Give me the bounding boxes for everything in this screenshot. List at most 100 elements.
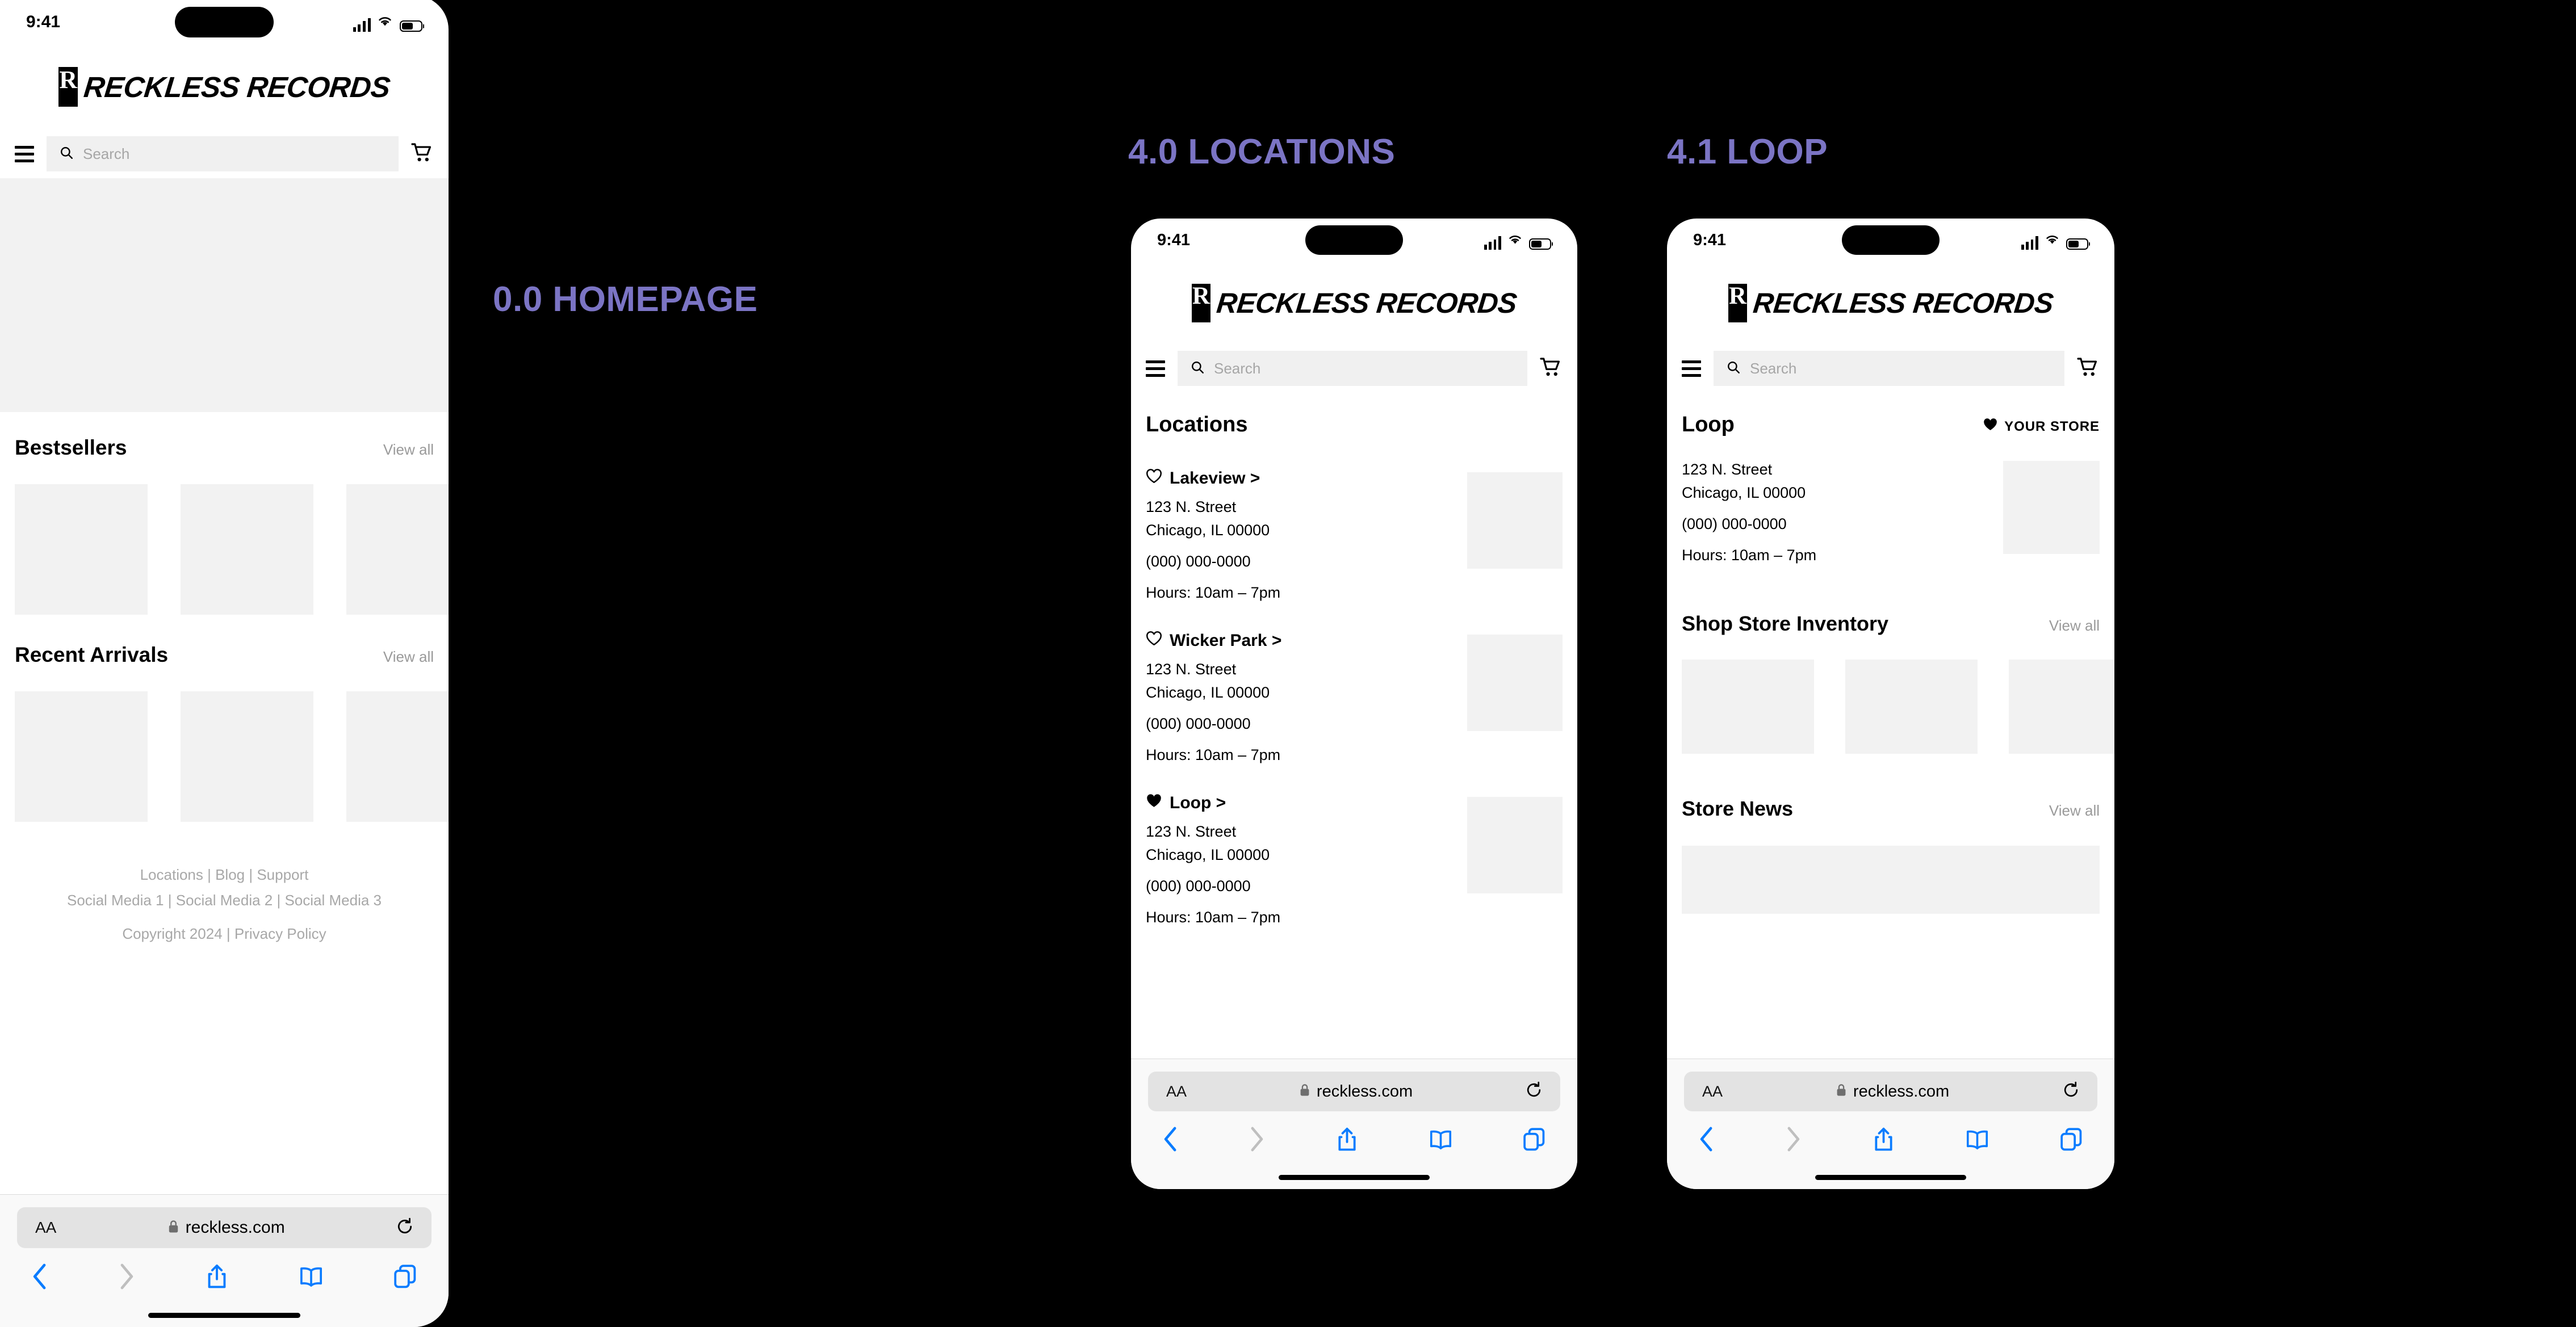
store-name[interactable]: Wicker Park >	[1146, 631, 1281, 650]
section-header: Recent Arrivals View all	[15, 643, 434, 667]
news-tile-row	[1682, 846, 2100, 914]
your-store-badge[interactable]: YOUR STORE	[1983, 418, 2100, 435]
store-phone[interactable]: (000) 000-0000	[1146, 553, 1280, 570]
shopping-cart-icon[interactable]	[1540, 357, 1563, 380]
signal-bars-icon	[353, 18, 371, 32]
view-all-link[interactable]: View all	[383, 648, 434, 666]
url-bar[interactable]: AA reckless.com	[1684, 1072, 2097, 1111]
store-phone[interactable]: (000) 000-0000	[1682, 515, 1816, 533]
heart-filled-icon[interactable]	[1983, 418, 1998, 435]
store-list-item[interactable]: Loop > 123 N. Street Chicago, IL 00000 (…	[1146, 793, 1563, 926]
shopping-cart-icon[interactable]	[411, 142, 434, 166]
tabs-icon[interactable]	[394, 1265, 417, 1288]
section-label-homepage: 0.0 HOMEPAGE	[493, 280, 758, 319]
chevron-left-icon[interactable]	[1699, 1126, 1714, 1152]
chevron-right-icon[interactable]	[1786, 1126, 1801, 1152]
search-input[interactable]: Search	[1178, 351, 1527, 386]
chevron-right-icon[interactable]	[1249, 1126, 1264, 1152]
store-city: Chicago, IL 00000	[1146, 684, 1270, 701]
footer-copyright[interactable]: Copyright 2024 | Privacy Policy	[0, 925, 449, 943]
share-icon[interactable]	[206, 1263, 228, 1290]
product-tile[interactable]	[346, 691, 449, 822]
url-text: reckless.com	[1316, 1082, 1413, 1101]
share-icon[interactable]	[1336, 1127, 1358, 1152]
share-icon[interactable]	[1873, 1127, 1895, 1152]
battery-icon	[399, 20, 422, 32]
hamburger-menu-icon[interactable]	[1146, 360, 1165, 377]
page-title: Locations	[1146, 413, 1248, 436]
tabs-icon[interactable]	[2060, 1127, 2083, 1151]
news-tile[interactable]	[1682, 846, 2100, 914]
search-input[interactable]: Search	[1714, 351, 2064, 386]
store-phone[interactable]: (000) 000-0000	[1146, 715, 1281, 733]
safari-toolbar	[1148, 1126, 1560, 1152]
view-all-link[interactable]: View all	[2049, 617, 2100, 635]
reload-icon[interactable]	[2063, 1081, 2079, 1102]
page-title: Loop	[1682, 413, 1735, 436]
store-details: 123 N. Street Chicago, IL 00000 (000) 00…	[1682, 461, 2100, 564]
tabs-icon[interactable]	[1523, 1127, 1545, 1151]
chevron-right-icon[interactable]	[119, 1263, 135, 1290]
heart-outline-icon[interactable]	[1146, 469, 1162, 488]
brand-logo[interactable]: R RECKLESS RECORDS	[0, 44, 449, 129]
product-tile[interactable]	[2009, 660, 2114, 754]
product-tile[interactable]	[1682, 660, 1814, 754]
brand-logo[interactable]: R RECKLESS RECORDS	[1667, 262, 2114, 345]
store-hours: Hours: 10am – 7pm	[1682, 547, 1817, 564]
product-tile[interactable]	[15, 691, 148, 822]
chevron-left-icon[interactable]	[32, 1263, 48, 1290]
phone-mockup-homepage: 9:41 R RECKLESS RECORDS Search Bestselle…	[0, 0, 449, 1327]
brand-logo[interactable]: R RECKLESS RECORDS	[1131, 262, 1577, 345]
store-list-item[interactable]: Lakeview > 123 N. Street Chicago, IL 000…	[1146, 469, 1563, 602]
footer-links-social[interactable]: Social Media 1 | Social Media 2 | Social…	[0, 892, 449, 909]
dynamic-island	[1305, 225, 1403, 255]
book-icon[interactable]	[1429, 1128, 1452, 1150]
home-indicator	[148, 1313, 300, 1318]
url-bar[interactable]: AA reckless.com	[17, 1207, 432, 1248]
url-text: reckless.com	[185, 1218, 285, 1237]
search-input[interactable]: Search	[47, 136, 399, 171]
book-icon[interactable]	[299, 1265, 323, 1288]
text-size-button[interactable]: AA	[1702, 1083, 1723, 1101]
status-bar: 9:41	[1131, 219, 1577, 262]
store-street: 123 N. Street	[1146, 498, 1237, 515]
product-tile[interactable]	[181, 691, 313, 822]
url-bar[interactable]: AA reckless.com	[1148, 1072, 1560, 1111]
section-label-locations: 4.0 LOCATIONS	[1128, 132, 1396, 171]
text-size-button[interactable]: AA	[35, 1219, 56, 1237]
store-image-placeholder	[1467, 635, 1563, 731]
reload-icon[interactable]	[396, 1217, 413, 1238]
hamburger-menu-icon[interactable]	[1682, 360, 1701, 377]
view-all-link[interactable]: View all	[2049, 802, 2100, 820]
product-tile[interactable]	[181, 484, 313, 615]
reload-icon[interactable]	[1526, 1081, 1542, 1102]
store-name[interactable]: Loop >	[1146, 793, 1280, 813]
store-image-placeholder	[2003, 461, 2100, 554]
book-icon[interactable]	[1966, 1128, 1989, 1150]
heart-filled-icon[interactable]	[1146, 793, 1162, 813]
status-bar: 9:41	[1667, 219, 2114, 262]
product-tile[interactable]	[15, 484, 148, 615]
shopping-cart-icon[interactable]	[2077, 357, 2100, 380]
home-indicator	[1279, 1175, 1430, 1180]
store-phone[interactable]: (000) 000-0000	[1146, 877, 1280, 895]
text-size-button[interactable]: AA	[1166, 1083, 1187, 1101]
safari-browser-chrome: AA reckless.com	[0, 1194, 449, 1327]
safari-toolbar	[1684, 1126, 2097, 1152]
your-store-label: YOUR STORE	[2004, 418, 2100, 434]
search-icon	[1726, 360, 1741, 377]
url-text: reckless.com	[1853, 1082, 1950, 1101]
wifi-icon	[1507, 231, 1523, 250]
phone-mockup-locations: 9:41 R RECKLESS RECORDS Search Locations…	[1131, 219, 1577, 1189]
view-all-link[interactable]: View all	[383, 441, 434, 459]
product-tile[interactable]	[1845, 660, 1978, 754]
store-list-item[interactable]: Wicker Park > 123 N. Street Chicago, IL …	[1146, 631, 1563, 764]
brand-wordmark: RECKLESS RECORDS	[1751, 287, 2055, 319]
footer-links-primary[interactable]: Locations | Blog | Support	[0, 866, 449, 884]
product-tile[interactable]	[346, 484, 449, 615]
dynamic-island	[1842, 225, 1940, 255]
store-name[interactable]: Lakeview >	[1146, 469, 1280, 488]
heart-outline-icon[interactable]	[1146, 631, 1162, 650]
hamburger-menu-icon[interactable]	[15, 145, 34, 162]
chevron-left-icon[interactable]	[1163, 1126, 1178, 1152]
